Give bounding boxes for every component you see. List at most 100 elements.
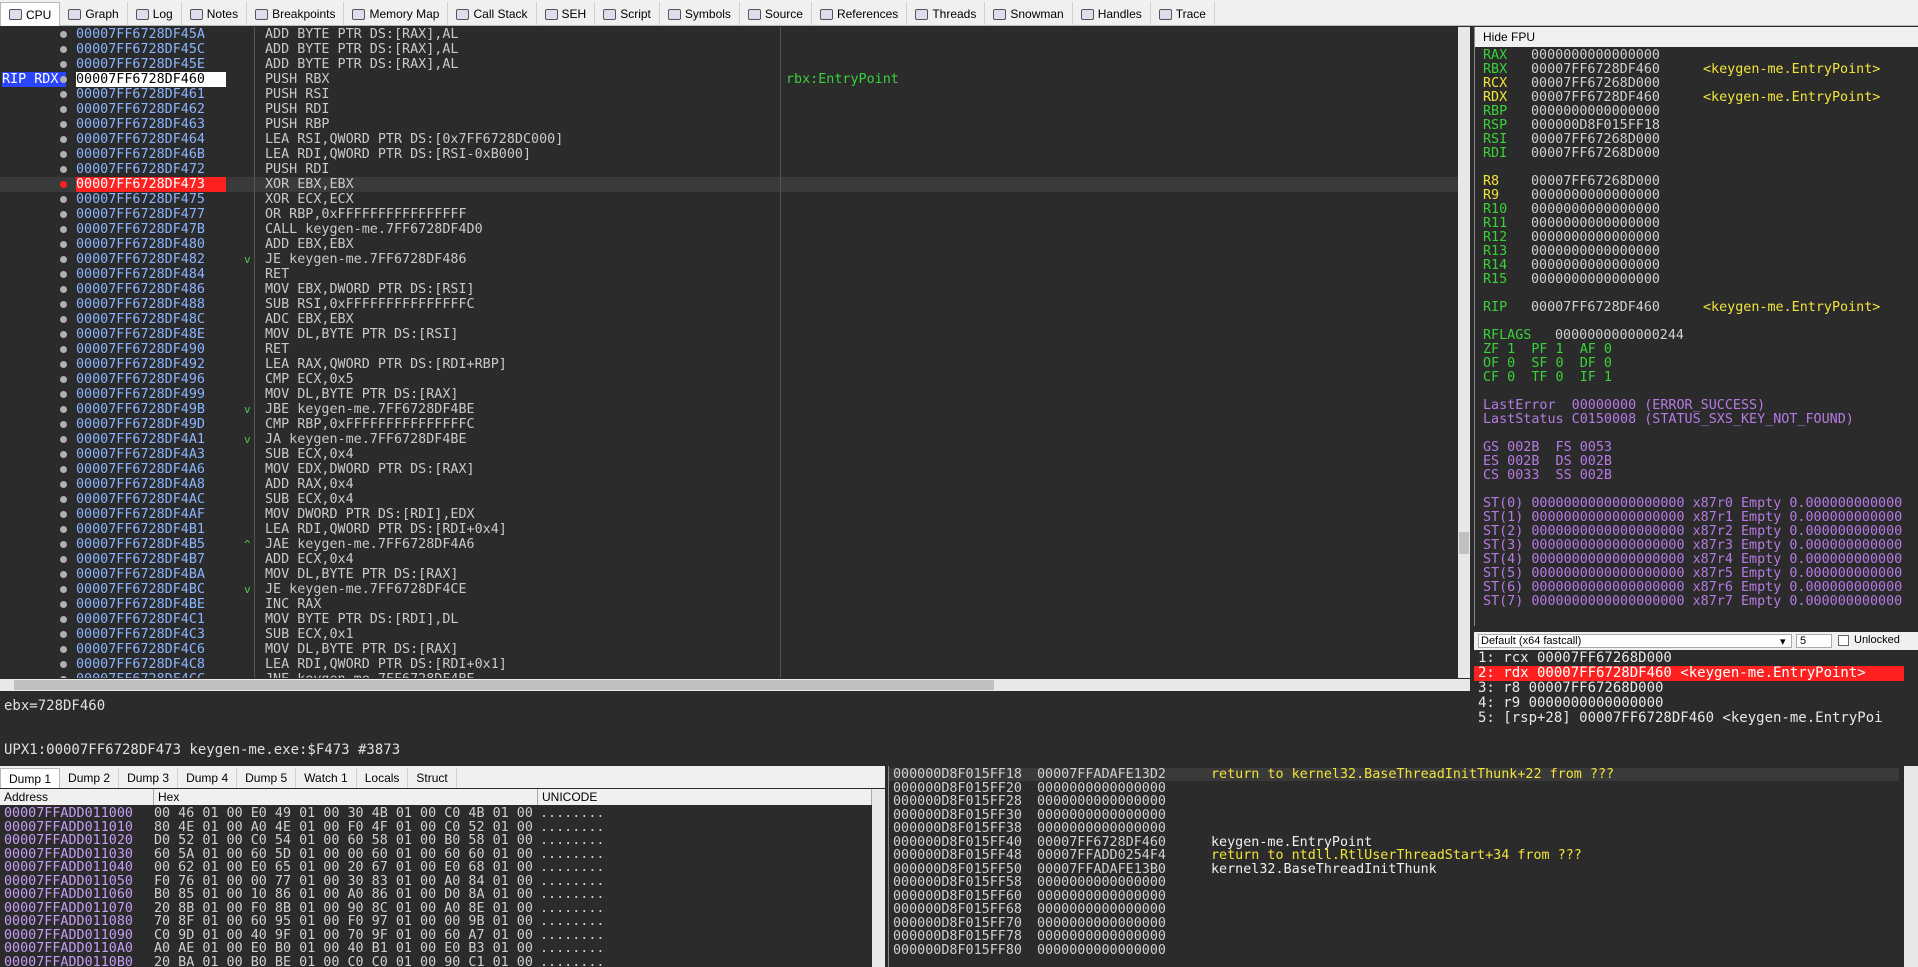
dump-tab-dump-5[interactable]: Dump 5 — [237, 768, 297, 788]
dump-col-unicode[interactable]: UNICODE — [538, 789, 872, 805]
dump-tab-dump-1[interactable]: Dump 1 — [0, 768, 61, 788]
disasm-row[interactable]: 00007FF6728DF492 LEA RAX,QWORD PTR DS:[RD… — [0, 357, 1458, 372]
segment-row[interactable]: GS 002B FS 0053 — [1483, 441, 1612, 455]
disasm-row[interactable]: 00007FF6728DF477 OR RBP,0xFFFFFFFFFFFFFFF… — [0, 207, 1458, 222]
tab-call-stack[interactable]: Call Stack — [448, 2, 537, 26]
stack-row[interactable]: 000000D8F015FF70 0000000000000000 — [889, 916, 1899, 929]
disassembly-hscrollbar[interactable] — [0, 679, 1470, 691]
last-error-row[interactable]: LastError 00000000 (ERROR_SUCCESS) — [1483, 399, 1765, 413]
stack-scrollbar[interactable] — [1904, 766, 1918, 967]
breakpoint-dot[interactable] — [60, 121, 67, 128]
dump-tab-dump-3[interactable]: Dump 3 — [119, 768, 179, 788]
disasm-row[interactable]: 00007FF6728DF4BE INC RAX — [0, 597, 1458, 612]
breakpoint-dot[interactable] — [60, 571, 67, 578]
arguments-panel[interactable]: 1: rcx 00007FF67268D000 2: rdx 00007FF672… — [1474, 651, 1918, 763]
breakpoint-dot[interactable] — [60, 316, 67, 323]
stack-row[interactable]: 000000D8F015FF58 0000000000000000 — [889, 876, 1899, 889]
disasm-row[interactable]: 00007FF6728DF4B5 ^ JAE keygen-me.7FF6728DF… — [0, 537, 1458, 552]
disasm-row[interactable]: 00007FF6728DF4AF MOV DWORD PTR DS:[RDI],E… — [0, 507, 1458, 522]
breakpoint-dot[interactable] — [60, 481, 67, 488]
dump-col-hex[interactable]: Hex — [154, 789, 538, 805]
stack-row[interactable]: 000000D8F015FF30 0000000000000000 — [889, 808, 1899, 821]
fpu-row[interactable]: ST(3) 0000000000000000000 x87r3 Empty 0.… — [1483, 539, 1902, 553]
disasm-row[interactable]: 00007FF6728DF464 LEA RSI,QWORD PTR DS:[0x… — [0, 132, 1458, 147]
breakpoint-dot[interactable] — [60, 31, 67, 38]
breakpoint-dot[interactable] — [60, 466, 67, 473]
dump-tab-watch-1[interactable]: Watch 1 — [296, 768, 357, 788]
breakpoint-dot[interactable] — [60, 91, 67, 98]
breakpoint-dot[interactable] — [60, 631, 67, 638]
dump-col-address[interactable]: Address — [0, 789, 154, 805]
breakpoint-dot[interactable] — [60, 616, 67, 623]
breakpoint-dot[interactable] — [60, 511, 67, 518]
breakpoint-dot[interactable] — [60, 556, 67, 563]
stack-view[interactable]: 000000D8F015FF18 00007FFADAFE13D2 return t… — [888, 766, 1918, 967]
disasm-row[interactable]: 00007FF6728DF48E MOV DL,BYTE PTR DS:[RSI] — [0, 327, 1458, 342]
breakpoint-dot[interactable] — [60, 271, 67, 278]
breakpoint-dot[interactable] — [60, 676, 67, 678]
dump-row[interactable]: 00007FFADD011080 70 8F 01 00 60 95 01 00 … — [0, 915, 870, 928]
call-convention-select[interactable]: Default (x64 fastcall) — [1478, 634, 1792, 648]
disasm-row[interactable]: 00007FF6728DF4A6 MOV EDX,DWORD PTR DS:[RA… — [0, 462, 1458, 477]
fpu-row[interactable]: ST(0) 0000000000000000000 x87r0 Empty 0.… — [1483, 497, 1902, 511]
fpu-row[interactable]: ST(1) 0000000000000000000 x87r1 Empty 0.… — [1483, 511, 1902, 525]
hide-fpu-button[interactable]: Hide FPU — [1475, 27, 1918, 47]
fpu-row[interactable]: ST(7) 0000000000000000000 x87r7 Empty 0.… — [1483, 595, 1902, 609]
fpu-row[interactable]: ST(5) 0000000000000000000 x87r5 Empty 0.… — [1483, 567, 1902, 581]
register-row[interactable]: R13 0000000000000000 — [1483, 245, 1660, 259]
stack-row[interactable]: 000000D8F015FF48 00007FFADD0254F4 return t… — [889, 849, 1899, 862]
breakpoint-dot[interactable] — [60, 601, 67, 608]
stack-row[interactable]: 000000D8F015FF28 0000000000000000 — [889, 795, 1899, 808]
dump-tab-struct[interactable]: Struct — [408, 768, 457, 788]
disasm-row[interactable]: 00007FF6728DF4C1 MOV BYTE PTR DS:[RDI],DL — [0, 612, 1458, 627]
disasm-row[interactable]: 00007FF6728DF4BC v JE keygen-me.7FF6728DF4… — [0, 582, 1458, 597]
arg-count-spinner[interactable]: 5 — [1796, 634, 1832, 648]
dump-row[interactable]: 00007FFADD011050 F0 76 01 00 00 77 01 00 … — [0, 874, 870, 887]
dump-row[interactable]: 00007FFADD0110B0 20 BA 01 00 B0 BE 01 00 … — [0, 955, 870, 967]
disasm-row[interactable]: 00007FF6728DF461 PUSH RSI — [0, 87, 1458, 102]
disasm-row[interactable]: 00007FF6728DF4B7 ADD ECX,0x4 — [0, 552, 1458, 567]
disasm-row[interactable]: 00007FF6728DF484 RET — [0, 267, 1458, 282]
disasm-row[interactable]: 00007FF6728DF46B LEA RDI,QWORD PTR DS:[RS… — [0, 147, 1458, 162]
breakpoint-dot[interactable] — [60, 661, 67, 668]
dump-row[interactable]: 00007FFADD011010 80 4E 01 00 A0 4E 01 00 … — [0, 820, 870, 833]
register-row[interactable]: R15 0000000000000000 — [1483, 273, 1660, 287]
breakpoint-dot[interactable] — [60, 376, 67, 383]
breakpoint-dot[interactable] — [60, 166, 67, 173]
tab-cpu[interactable]: CPU — [0, 2, 61, 26]
register-row[interactable]: RFLAGS 0000000000000244 — [1483, 329, 1684, 343]
disasm-row[interactable]: 00007FF6728DF47B CALL keygen-me.7FF6728DF… — [0, 222, 1458, 237]
disasm-row[interactable]: 00007FF6728DF475 XOR ECX,ECX — [0, 192, 1458, 207]
breakpoint-dot[interactable] — [60, 331, 67, 338]
disasm-row[interactable]: 00007FF6728DF482 v JE keygen-me.7FF6728DF4… — [0, 252, 1458, 267]
disasm-row[interactable]: 00007FF6728DF4C3 SUB ECX,0x1 — [0, 627, 1458, 642]
disasm-row[interactable]: 00007FF6728DF48C ADC EBX,EBX — [0, 312, 1458, 327]
disassembly-view[interactable]: 00007FF6728DF45A ADD BYTE PTR DS:[RAX],AL… — [0, 27, 1458, 678]
disasm-row[interactable]: 00007FF6728DF480 ADD EBX,EBX — [0, 237, 1458, 252]
stack-row[interactable]: 000000D8F015FF78 0000000000000000 — [889, 930, 1899, 943]
tab-script[interactable]: Script — [595, 2, 660, 26]
disasm-row[interactable]: 00007FF6728DF472 PUSH RDI — [0, 162, 1458, 177]
breakpoint-dot[interactable] — [60, 301, 67, 308]
registers-panel[interactable]: Hide FPU RAX 0000000000000000 RBX 00007FF67… — [1474, 27, 1918, 626]
register-row[interactable]: R14 0000000000000000 — [1483, 259, 1660, 273]
tab-notes[interactable]: Notes — [182, 2, 248, 26]
tab-trace[interactable]: Trace — [1151, 2, 1215, 26]
register-row[interactable]: RDX 00007FF6728DF460 <keygen-me.EntryPoint… — [1483, 91, 1880, 105]
tab-threads[interactable]: Threads — [907, 2, 986, 26]
disasm-row[interactable]: 00007FF6728DF4A3 SUB ECX,0x4 — [0, 447, 1458, 462]
breakpoint-dot[interactable] — [60, 241, 67, 248]
breakpoint-dot[interactable] — [60, 106, 67, 113]
argument-row[interactable]: 3: r8 00007FF67268D000 — [1478, 681, 1663, 696]
disasm-row[interactable]: 00007FF6728DF488 SUB RSI,0xFFFFFFFFFFFFFF… — [0, 297, 1458, 312]
disasm-row[interactable]: 00007FF6728DF4A1 v JA keygen-me.7FF6728DF4… — [0, 432, 1458, 447]
chevron-down-icon[interactable]: ▾ — [1780, 635, 1786, 648]
register-row[interactable]: RDI 00007FF67268D000 — [1483, 147, 1660, 161]
disasm-row[interactable]: 00007FF6728DF45A ADD BYTE PTR DS:[RAX],AL — [0, 27, 1458, 42]
tab-log[interactable]: Log — [128, 2, 182, 26]
dump-tab-dump-2[interactable]: Dump 2 — [60, 768, 120, 788]
segment-row[interactable]: CS 0033 SS 002B — [1483, 469, 1612, 483]
breakpoint-dot[interactable] — [60, 586, 67, 593]
tab-seh[interactable]: SEH — [537, 2, 596, 26]
breakpoint-dot[interactable] — [60, 196, 67, 203]
